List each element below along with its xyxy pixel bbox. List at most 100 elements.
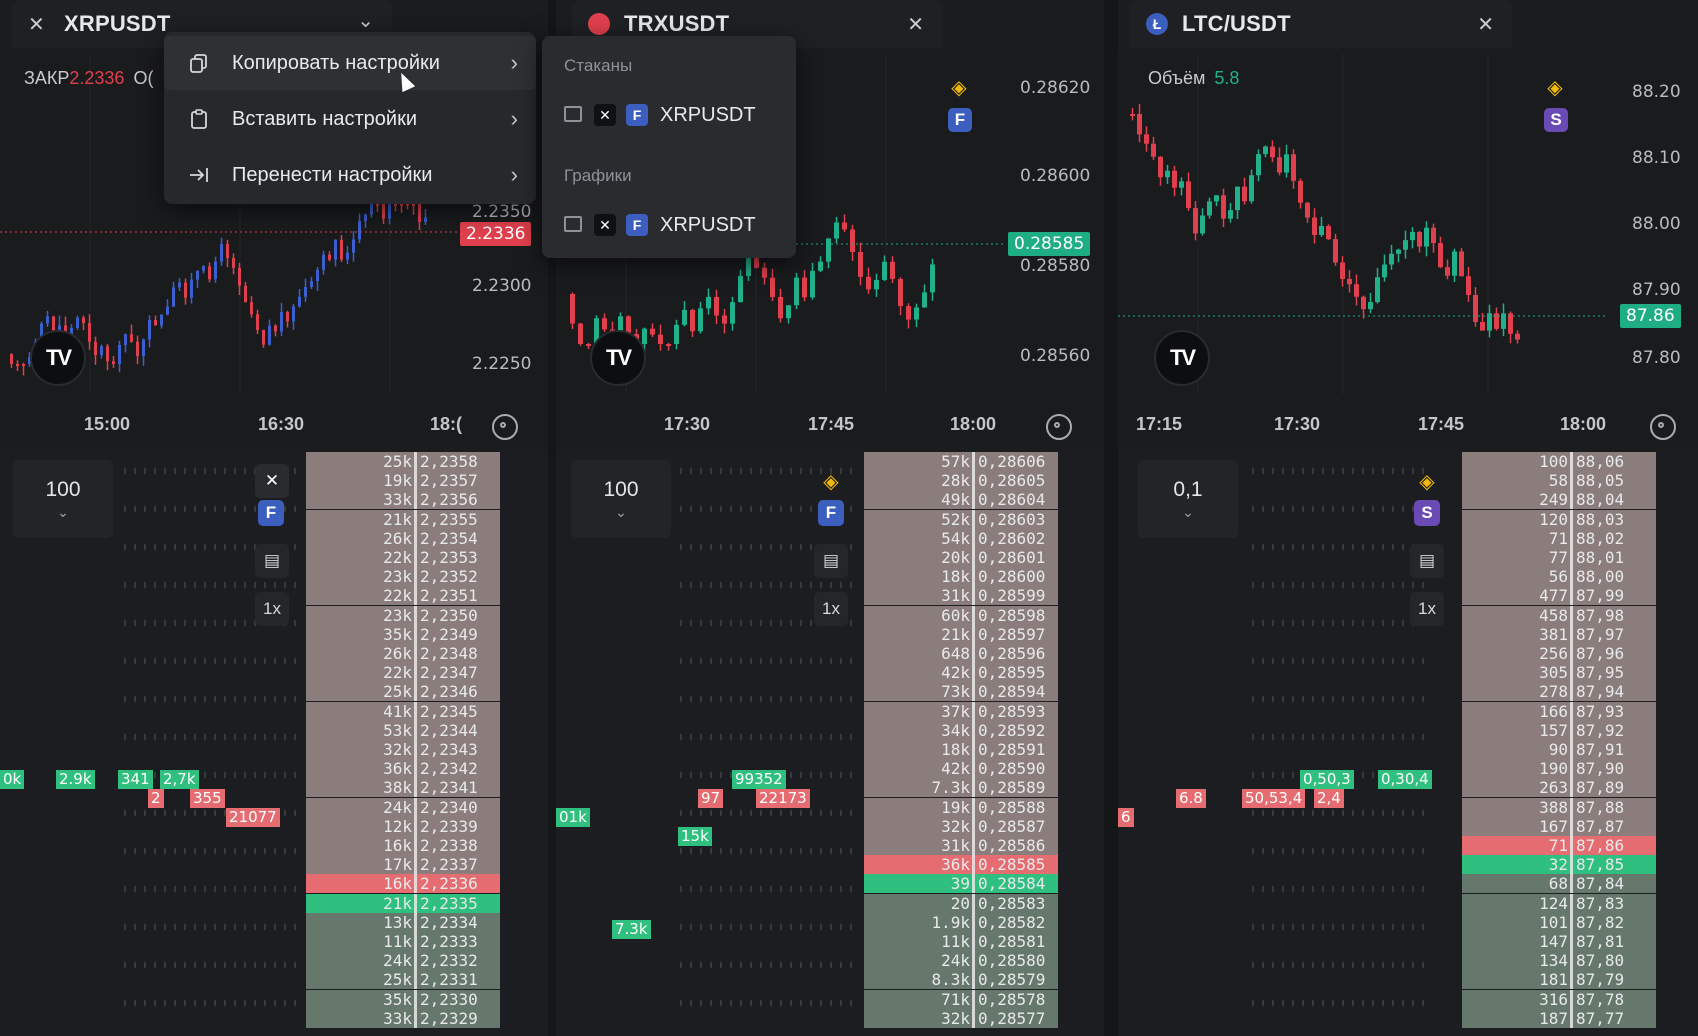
ladder-row[interactable]: 24k 2,2340 [306, 797, 500, 817]
ladder-row[interactable]: 52k 0,28603 [864, 509, 1058, 529]
ladder-row[interactable]: 25k 2,2331 [306, 970, 500, 990]
ladder-row[interactable]: 38k 2,2341 [306, 778, 500, 798]
ladder-row[interactable]: 49k 0,28604 [864, 490, 1058, 510]
layout-icon[interactable]: ▤ [1410, 544, 1444, 578]
ladder-row[interactable]: 187 87,77 [1462, 1008, 1656, 1028]
menu-item-paste-settings[interactable]: Вставить настройки › [164, 92, 536, 146]
ladder-row[interactable]: 71 87,86 [1462, 836, 1656, 855]
price-chart[interactable]: Объём 5.8 ◈ S 88.20 88.10 88.00 87.90 87… [1118, 54, 1698, 448]
settings-icon[interactable] [1046, 414, 1072, 440]
ladder-row[interactable]: 100 88,06 [1462, 452, 1656, 471]
ladder-row[interactable]: 22k 2,2347 [306, 663, 500, 683]
futures-badge[interactable]: F [818, 500, 844, 526]
ladder-row[interactable]: 90 87,91 [1462, 740, 1656, 759]
ladder-row[interactable]: 16k 2,2338 [306, 836, 500, 855]
ladder-row[interactable]: 388 87,88 [1462, 797, 1656, 817]
ladder-row[interactable]: 305 87,95 [1462, 663, 1656, 683]
futures-badge[interactable]: F [258, 500, 284, 526]
ladder-row[interactable]: 18k 0,28591 [864, 740, 1058, 759]
ladder-row[interactable]: 31k 0,28599 [864, 586, 1058, 606]
ladder-row[interactable]: 60k 0,28598 [864, 605, 1058, 625]
ladder-row[interactable]: 36k 2,2342 [306, 759, 500, 779]
tradingview-logo[interactable]: TV [590, 330, 646, 386]
ladder-row[interactable]: 21k 0,28597 [864, 624, 1058, 644]
ladder-row[interactable]: 24k 0,28580 [864, 951, 1058, 971]
exchange-icon[interactable]: ✕ [255, 464, 289, 498]
close-icon[interactable]: ✕ [907, 12, 924, 37]
ladder-row[interactable]: 249 88,04 [1462, 490, 1656, 510]
ladder-row[interactable]: 33k 2,2356 [306, 490, 500, 510]
ladder-row[interactable]: 71k 0,28578 [864, 989, 1058, 1009]
ladder-row[interactable]: 20 0,28583 [864, 893, 1058, 913]
ladder-row[interactable]: 73k 0,28594 [864, 682, 1058, 702]
ladder-row[interactable]: 23k 2,2352 [306, 567, 500, 587]
ladder-row[interactable]: 18k 0,28600 [864, 567, 1058, 587]
ladder-row[interactable]: 147 87,81 [1462, 932, 1656, 951]
ladder-row[interactable]: 57k 0,28606 [864, 452, 1058, 471]
ladder-row[interactable]: 26k 2,2348 [306, 644, 500, 663]
ladder-row[interactable]: 263 87,89 [1462, 778, 1656, 798]
ladder-row[interactable]: 32 87,85 [1462, 855, 1656, 875]
settings-icon[interactable] [1650, 414, 1676, 440]
ladder-row[interactable]: 35k 2,2330 [306, 989, 500, 1009]
close-icon[interactable]: ✕ [1477, 12, 1494, 37]
price-ladder[interactable]: 100 88,06 58 88,05 249 88,04 120 88,03 71 88,02 77… [1462, 452, 1656, 1036]
ladder-row[interactable]: 54k 0,28602 [864, 528, 1058, 548]
ladder-row[interactable]: 32k 0,28577 [864, 1008, 1058, 1028]
ladder-row[interactable]: 190 87,90 [1462, 759, 1656, 779]
submenu-item-chart-xrpusdt[interactable]: ✕ F XRPUSDT [542, 202, 796, 252]
ladder-row[interactable]: 23k 2,2350 [306, 605, 500, 625]
ladder-row[interactable]: 41k 2,2345 [306, 701, 500, 721]
ladder-row[interactable]: 7.3k 0,28589 [864, 778, 1058, 798]
ladder-row[interactable]: 32k 0,28587 [864, 816, 1058, 836]
ladder-row[interactable]: 157 87,92 [1462, 720, 1656, 740]
ladder-row[interactable]: 35k 2,2349 [306, 624, 500, 644]
ladder-row[interactable]: 11k 0,28581 [864, 932, 1058, 951]
step-selector[interactable]: 100 ⌄ [571, 460, 671, 538]
ladder-row[interactable]: 1.9k 0,28582 [864, 912, 1058, 932]
ladder-row[interactable]: 458 87,98 [1462, 605, 1656, 625]
price-ladder[interactable]: 57k 0,28606 28k 0,28605 49k 0,28604 52k 0,28603… [864, 452, 1058, 1036]
ladder-row[interactable]: 20k 0,28601 [864, 548, 1058, 567]
chevron-down-icon[interactable]: ⌄ [357, 8, 374, 33]
layout-icon[interactable]: ▤ [255, 544, 289, 578]
ladder-row[interactable]: 31k 0,28586 [864, 836, 1058, 855]
tradingview-logo[interactable]: TV [30, 330, 86, 386]
settings-icon[interactable] [492, 414, 518, 440]
binance-icon[interactable]: ◈ [1410, 464, 1444, 498]
ladder-row[interactable]: 42k 0,28595 [864, 663, 1058, 683]
ladder-row[interactable]: 37k 0,28593 [864, 701, 1058, 721]
ladder-row[interactable]: 19k 2,2357 [306, 471, 500, 491]
ladder-row[interactable]: 477 87,99 [1462, 586, 1656, 606]
ladder-row[interactable]: 181 87,79 [1462, 970, 1656, 990]
ladder-row[interactable]: 25k 2,2358 [306, 452, 500, 471]
ladder-row[interactable]: 71 88,02 [1462, 528, 1656, 548]
ladder-row[interactable]: 21k 2,2355 [306, 509, 500, 529]
ladder-row[interactable]: 39 0,28584 [864, 874, 1058, 894]
ladder-row[interactable]: 21k 2,2335 [306, 893, 500, 913]
ladder-row[interactable]: 34k 0,28592 [864, 720, 1058, 740]
ladder-row[interactable]: 278 87,94 [1462, 682, 1656, 702]
ladder-row[interactable]: 167 87,87 [1462, 816, 1656, 836]
ladder-row[interactable]: 101 87,82 [1462, 912, 1656, 932]
price-ladder[interactable]: 25k 2,2358 19k 2,2357 33k 2,2356 21k 2,2355 26k 2… [306, 452, 500, 1036]
step-selector[interactable]: 0,1 ⌄ [1138, 460, 1238, 538]
tab-ltcusdt[interactable]: Ł LTC/USDT ✕ [1130, 0, 1512, 48]
binance-icon[interactable]: ◈ [814, 464, 848, 498]
ladder-row[interactable]: 19k 0,28588 [864, 797, 1058, 817]
ladder-row[interactable]: 8.3k 0,28579 [864, 970, 1058, 990]
ladder-row[interactable]: 33k 2,2329 [306, 1008, 500, 1028]
menu-item-copy-settings[interactable]: Копировать настройки › [164, 36, 536, 90]
menu-item-transfer-settings[interactable]: Перенести настройки › [164, 148, 536, 202]
ladder-row[interactable]: 17k 2,2337 [306, 855, 500, 875]
ladder-row[interactable]: 13k 2,2334 [306, 912, 500, 932]
ladder-row[interactable]: 316 87,78 [1462, 989, 1656, 1009]
layout-icon[interactable]: ▤ [814, 544, 848, 578]
ladder-row[interactable]: 58 88,05 [1462, 471, 1656, 491]
ladder-row[interactable]: 77 88,01 [1462, 548, 1656, 567]
ladder-row[interactable]: 53k 2,2344 [306, 720, 500, 740]
ladder-row[interactable]: 134 87,80 [1462, 951, 1656, 971]
multiplier-button[interactable]: 1x [814, 592, 848, 626]
ladder-row[interactable]: 124 87,83 [1462, 893, 1656, 913]
ladder-row[interactable]: 120 88,03 [1462, 509, 1656, 529]
